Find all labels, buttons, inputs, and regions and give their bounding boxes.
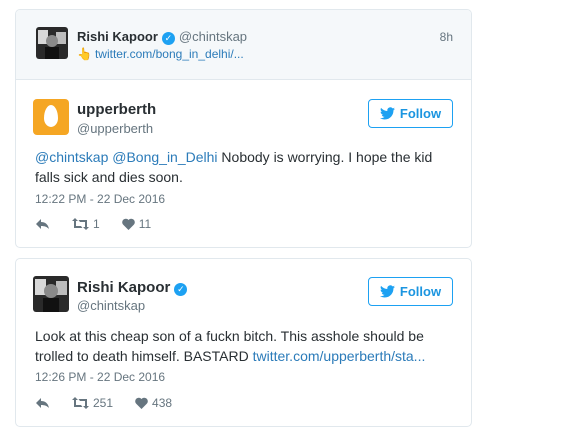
retweet-icon — [72, 218, 89, 230]
retweet-count: 1 — [93, 217, 100, 231]
quoted-author[interactable]: Rishi Kapoor ✓ @chintskap — [77, 29, 247, 45]
verified-icon: ✓ — [174, 283, 188, 296]
tweet-text: @chintskap @Bong_in_Delhi Nobody is worr… — [35, 147, 455, 187]
quoted-time[interactable]: 8h — [440, 30, 453, 44]
tweet-actions: 1 11 — [35, 217, 173, 231]
pointing-hand-icon: 👆 — [77, 47, 92, 61]
author-name[interactable]: Rishi Kapoor — [77, 279, 170, 296]
retweet-button[interactable]: 251 — [72, 396, 113, 410]
author-handle[interactable]: @chintskap — [77, 298, 145, 313]
retweet-icon — [72, 397, 89, 409]
timestamp[interactable]: 12:26 PM - 22 Dec 2016 — [35, 370, 165, 384]
author-name-row[interactable]: Rishi Kapoor ✓ — [77, 279, 188, 296]
like-button[interactable]: 11 — [121, 217, 152, 231]
quoted-link[interactable]: twitter.com/bong_in_delhi/... — [95, 47, 244, 61]
timestamp[interactable]: 12:22 PM - 22 Dec 2016 — [35, 192, 165, 206]
mention-link[interactable]: @chintskap — [35, 149, 108, 165]
reply-icon — [36, 398, 49, 408]
quoted-name[interactable]: Rishi Kapoor — [77, 29, 158, 44]
quoted-handle[interactable]: @chintskap — [179, 29, 247, 44]
heart-icon — [135, 397, 148, 409]
avatar[interactable] — [36, 27, 68, 59]
follow-button[interactable]: Follow — [368, 277, 453, 306]
tweet-card-rishi-kapoor: Rishi Kapoor ✓ @chintskap Follow Look at … — [15, 258, 472, 427]
follow-label: Follow — [399, 106, 442, 121]
quoted-tweet[interactable]: Rishi Kapoor ✓ @chintskap 8h 👆 twitter.com/… — [16, 10, 471, 80]
like-count: 438 — [152, 396, 173, 410]
avatar[interactable] — [33, 99, 69, 135]
heart-icon — [121, 218, 135, 230]
reply-button[interactable] — [35, 397, 50, 409]
verified-icon: ✓ — [161, 32, 175, 45]
follow-button[interactable]: Follow — [368, 99, 453, 128]
twitter-bird-icon — [379, 107, 395, 120]
twitter-bird-icon — [379, 285, 395, 298]
egg-icon — [44, 105, 58, 127]
follow-label: Follow — [399, 284, 442, 299]
mention-link[interactable]: @Bong_in_Delhi — [112, 149, 217, 165]
retweet-button[interactable]: 1 — [72, 217, 100, 231]
reply-button[interactable] — [35, 218, 50, 230]
like-button[interactable]: 438 — [135, 396, 172, 410]
tweet-card-upperberth: Rishi Kapoor ✓ @chintskap 8h 👆 twitter.com/… — [15, 9, 472, 248]
tweet-actions: 251 438 — [35, 396, 194, 410]
avatar[interactable] — [33, 276, 69, 312]
author-handle[interactable]: @upperberth — [77, 121, 153, 136]
author-name[interactable]: upperberth — [77, 101, 156, 118]
tweet-link[interactable]: twitter.com/upperberth/sta... — [253, 348, 426, 364]
reply-icon — [36, 219, 49, 229]
tweet-text: Look at this cheap son of a fuckn bitch.… — [35, 326, 455, 366]
quoted-link-row[interactable]: 👆 twitter.com/bong_in_delhi/... — [77, 47, 244, 61]
like-count: 11 — [138, 217, 152, 231]
retweet-count: 251 — [93, 396, 114, 410]
